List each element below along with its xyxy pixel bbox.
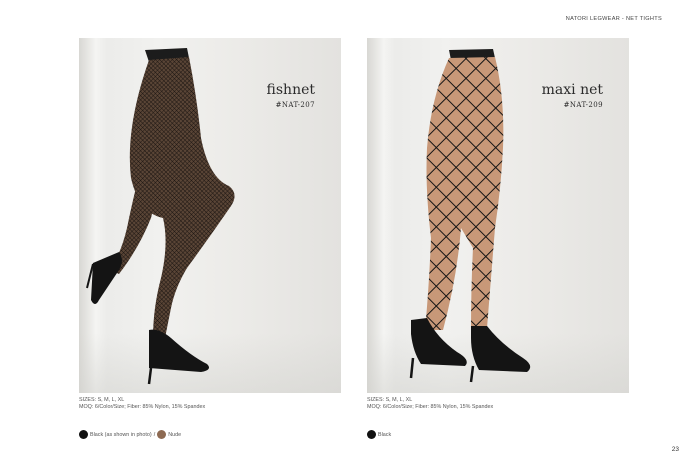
product-name: maxi net (541, 82, 603, 98)
moq-fiber-text: MOQ: 6/Color/Size; Fiber: 85% Nylon, 15%… (367, 404, 494, 411)
nude-swatch (157, 430, 167, 439)
black-swatch (79, 430, 88, 439)
page-number: 23 (671, 446, 679, 453)
sizes-text: SIZES: S, M, L, XL (367, 397, 413, 403)
catalog-header-title: NATORI LEGWEAR - NET TIGHTS (565, 16, 662, 22)
product-specs-maxi-net: SIZES: S, M, L, XL MOQ: 6/Color/Size; Fi… (367, 397, 493, 412)
product-name: fishnet (266, 82, 315, 98)
product-photo-fishnet: fishnet #NAT-207 (79, 38, 341, 393)
color-label: Black (as shown in photo) (90, 431, 152, 438)
color-separator: / (153, 431, 156, 438)
product-specs-fishnet: SIZES: S, M, L, XL MOQ: 6/Color/Size; Fi… (79, 397, 205, 412)
product-code: #NAT-209 (563, 101, 603, 109)
product-photo-maxi-net: maxi net #NAT-209 (367, 38, 629, 393)
black-swatch (367, 430, 376, 439)
color-options-maxi-net: Black (367, 430, 391, 439)
color-label: Nude (168, 431, 182, 438)
product-code: #NAT-207 (275, 101, 315, 109)
color-options-fishnet: Black (as shown in photo) / Nude (79, 430, 181, 439)
moq-fiber-text: MOQ: 6/Color/Size; Fiber: 85% Nylon, 15%… (79, 404, 206, 411)
sizes-text: SIZES: S, M, L, XL (79, 397, 125, 403)
color-label: Black (378, 431, 392, 438)
